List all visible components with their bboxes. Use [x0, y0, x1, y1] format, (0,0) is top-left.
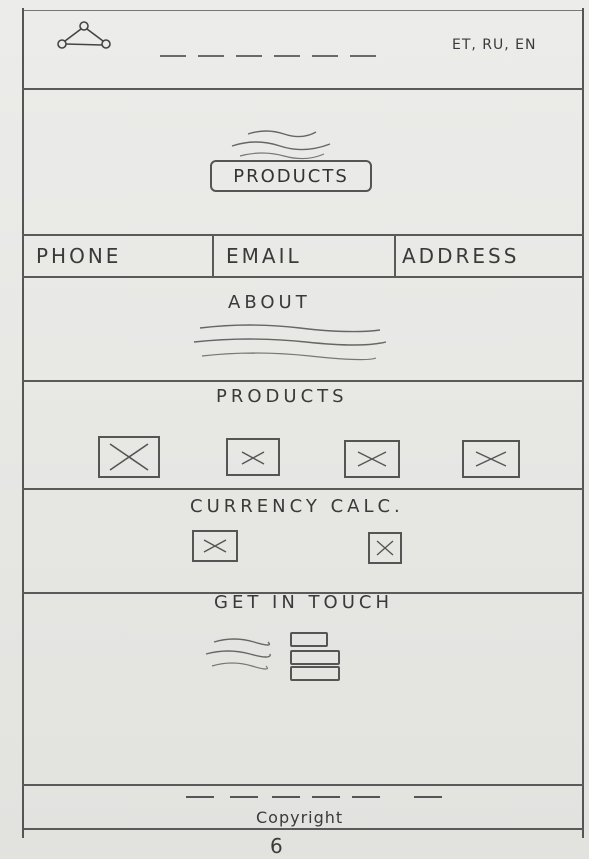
footer-link-placeholder[interactable]: [186, 796, 214, 798]
footer-link-placeholder[interactable]: [414, 796, 442, 798]
squiggle-text-icon: [193, 324, 387, 361]
image-placeholder-icon[interactable]: [368, 532, 402, 564]
footer-link-placeholder[interactable]: [312, 796, 340, 798]
about-title: ABOUT: [228, 292, 311, 313]
image-placeholder-icon[interactable]: [226, 438, 280, 476]
products-title: PRODUCTS: [216, 386, 348, 407]
image-placeholder-icon[interactable]: [192, 530, 238, 562]
nav-link-placeholder[interactable]: [350, 45, 376, 57]
contact-row-bottom-divider: [22, 276, 584, 278]
page-sketch: ET, RU, EN PRODUCTS PHONE EMAIL ADDRESS …: [0, 0, 589, 859]
email-label[interactable]: EMAIL: [226, 244, 302, 268]
header-divider: [22, 88, 584, 90]
footer-link-placeholder[interactable]: [272, 796, 300, 798]
frame-right-border: [582, 8, 584, 838]
phone-label[interactable]: PHONE: [36, 244, 121, 268]
about-divider: [22, 380, 584, 382]
page-number: 6: [270, 834, 286, 858]
footer-divider: [22, 784, 584, 786]
form-fields-icon: [290, 632, 340, 684]
page-bottom-line: [24, 828, 584, 830]
nav-link-placeholder[interactable]: [160, 45, 186, 57]
form-field[interactable]: [290, 650, 340, 665]
nav-link-placeholder[interactable]: [274, 45, 300, 57]
footer-link-placeholder[interactable]: [352, 796, 380, 798]
footer-link-placeholder[interactable]: [230, 796, 258, 798]
form-field[interactable]: [290, 632, 328, 647]
products-button[interactable]: PRODUCTS: [210, 160, 372, 192]
form-field[interactable]: [290, 666, 340, 681]
frame-left-border: [22, 8, 24, 838]
copyright-text: Copyright: [256, 808, 344, 827]
address-label[interactable]: ADDRESS: [402, 244, 519, 268]
contact-row-top-divider: [22, 234, 584, 236]
currency-calc-title: CURRENCY CALC.: [190, 496, 404, 517]
image-placeholder-icon[interactable]: [462, 440, 520, 478]
contact-column-divider: [394, 234, 396, 276]
products-divider: [22, 488, 584, 490]
frame-top-border: [22, 10, 584, 11]
nav-links-placeholder-icon: [160, 45, 376, 57]
nav-link-placeholder[interactable]: [236, 45, 262, 57]
image-placeholder-icon[interactable]: [98, 436, 160, 478]
nav-link-placeholder[interactable]: [312, 45, 338, 57]
get-in-touch-title: GET IN TOUCH: [214, 592, 393, 613]
logo-icon[interactable]: [50, 18, 114, 58]
squiggle-text-icon: [231, 130, 331, 160]
contact-column-divider: [212, 234, 214, 276]
image-placeholder-icon[interactable]: [344, 440, 400, 478]
squiggle-text-icon: [205, 638, 271, 670]
language-switcher[interactable]: ET, RU, EN: [452, 37, 537, 53]
nav-link-placeholder[interactable]: [198, 45, 224, 57]
